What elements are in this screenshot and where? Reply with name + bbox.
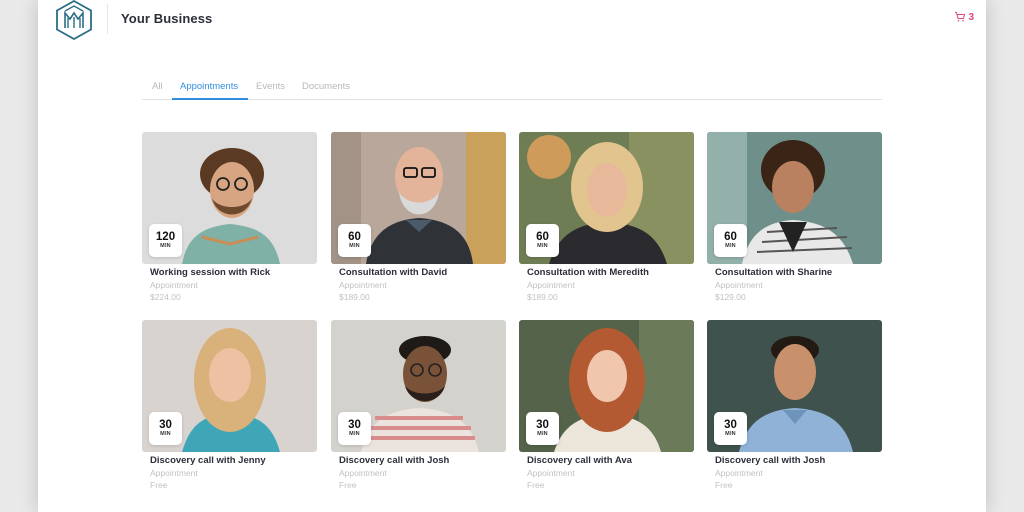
duration-unit: MIN xyxy=(537,243,548,249)
service-card[interactable]: 30 MIN Discovery call with Jenny Appoint… xyxy=(142,320,317,500)
card-price: Free xyxy=(527,480,545,490)
card-type: Appointment xyxy=(715,468,763,478)
card-title: Consultation with Meredith xyxy=(527,267,649,278)
card-price: Free xyxy=(150,480,168,490)
duration-value: 30 xyxy=(159,419,172,431)
duration-badge: 30 MIN xyxy=(714,412,747,445)
card-title: Discovery call with Jenny xyxy=(150,455,266,466)
cart-count: 3 xyxy=(968,11,974,23)
card-type: Appointment xyxy=(150,468,198,478)
tab-events[interactable]: Events xyxy=(256,81,285,92)
card-price: Free xyxy=(339,480,357,490)
card-title: Discovery call with Ava xyxy=(527,455,632,466)
card-type: Appointment xyxy=(339,280,387,290)
category-tabs: All Appointments Events Documents xyxy=(142,78,882,100)
card-type: Appointment xyxy=(527,468,575,478)
duration-value: 60 xyxy=(536,231,549,243)
duration-value: 30 xyxy=(536,419,549,431)
brand-name: Your Business xyxy=(121,11,213,26)
service-card[interactable]: 60 MIN Consultation with Sharine Appoint… xyxy=(707,132,882,312)
duration-badge: 60 MIN xyxy=(526,224,559,257)
card-type: Appointment xyxy=(339,468,387,478)
duration-badge: 120 MIN xyxy=(149,224,182,257)
card-price: $129.00 xyxy=(715,292,746,302)
page: Your Business 3 All Appointments Events … xyxy=(38,0,986,512)
card-title: Discovery call with Josh xyxy=(339,455,450,466)
active-tab-indicator xyxy=(172,98,248,100)
header: Your Business 3 xyxy=(38,0,986,41)
duration-value: 60 xyxy=(348,231,361,243)
duration-unit: MIN xyxy=(725,431,736,437)
duration-badge: 30 MIN xyxy=(149,412,182,445)
duration-unit: MIN xyxy=(725,243,736,249)
duration-value: 30 xyxy=(348,419,361,431)
duration-value: 60 xyxy=(724,231,737,243)
duration-unit: MIN xyxy=(160,243,171,249)
duration-value: 120 xyxy=(155,231,176,243)
duration-badge: 60 MIN xyxy=(714,224,747,257)
duration-unit: MIN xyxy=(349,243,360,249)
duration-badge: 30 MIN xyxy=(338,412,371,445)
card-price: $189.00 xyxy=(527,292,558,302)
duration-unit: MIN xyxy=(537,431,548,437)
card-title: Consultation with David xyxy=(339,267,448,278)
card-title: Working session with Rick xyxy=(150,267,271,278)
duration-badge: 30 MIN xyxy=(526,412,559,445)
card-price: $189.00 xyxy=(339,292,370,302)
card-price: $224.00 xyxy=(150,292,181,302)
service-card[interactable]: 60 MIN Consultation with David Appointme… xyxy=(331,132,506,312)
cart-button[interactable]: 3 xyxy=(954,11,974,23)
service-card[interactable]: 120 MIN Working session with Rick Appoin… xyxy=(142,132,317,312)
header-divider xyxy=(107,4,108,34)
card-type: Appointment xyxy=(715,280,763,290)
duration-unit: MIN xyxy=(160,431,171,437)
tab-documents[interactable]: Documents xyxy=(302,81,350,92)
duration-value: 30 xyxy=(724,419,737,431)
card-price: Free xyxy=(715,480,733,490)
cart-icon xyxy=(955,12,966,22)
duration-unit: MIN xyxy=(349,431,360,437)
brand-logo-icon[interactable] xyxy=(54,0,94,41)
service-card[interactable]: 30 MIN Discovery call with Ava Appointme… xyxy=(519,320,694,500)
service-card[interactable]: 30 MIN Discovery call with Josh Appointm… xyxy=(331,320,506,500)
card-title: Discovery call with Josh xyxy=(715,455,826,466)
card-title: Consultation with Sharine xyxy=(715,267,833,278)
card-type: Appointment xyxy=(150,280,198,290)
service-card[interactable]: 30 MIN Discovery call with Josh Appointm… xyxy=(707,320,882,500)
tab-appointments[interactable]: Appointments xyxy=(180,81,238,92)
duration-badge: 60 MIN xyxy=(338,224,371,257)
service-card[interactable]: 60 MIN Consultation with Meredith Appoin… xyxy=(519,132,694,312)
card-type: Appointment xyxy=(527,280,575,290)
tab-all[interactable]: All xyxy=(152,81,163,92)
